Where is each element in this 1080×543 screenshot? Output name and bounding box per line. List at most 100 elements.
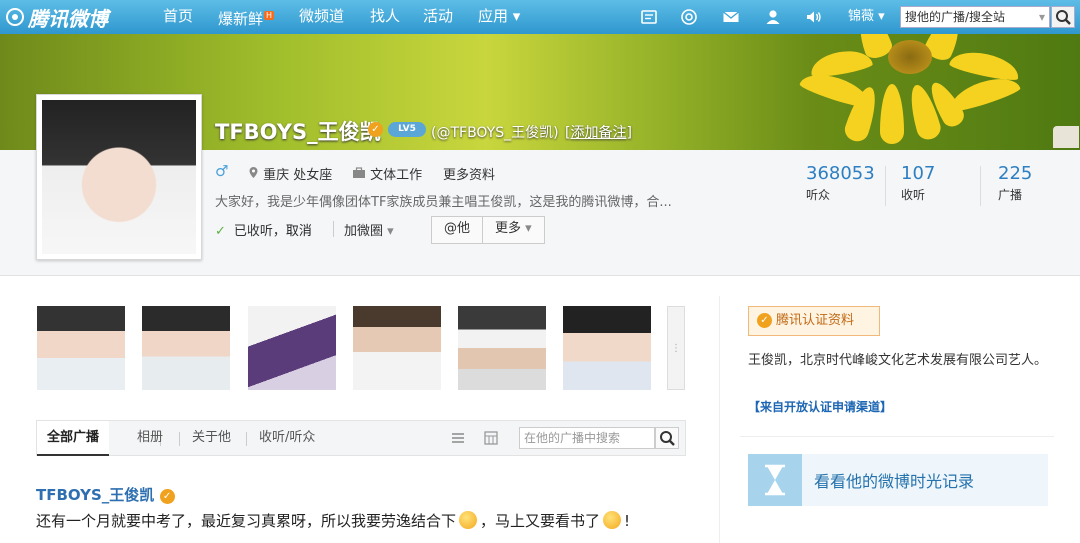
new-badge: H bbox=[264, 11, 275, 20]
logo-text: 腾讯微博 bbox=[28, 6, 108, 31]
avatar-image bbox=[42, 100, 196, 254]
mail-icon[interactable] bbox=[722, 8, 740, 26]
verification-source-link[interactable]: 【来自开放认证申请渠道】 bbox=[748, 398, 892, 415]
album-photo[interactable] bbox=[37, 306, 125, 390]
search-button[interactable] bbox=[1051, 6, 1075, 28]
tab-listeners[interactable]: 收听/听众 bbox=[259, 421, 315, 455]
skin-icon[interactable] bbox=[1053, 126, 1079, 148]
chevron-down-icon: ▾ bbox=[387, 224, 394, 239]
nav-new-label: 爆新鲜 bbox=[218, 10, 264, 28]
at-icon[interactable] bbox=[680, 8, 698, 26]
verified-icon: ✓ bbox=[757, 313, 772, 328]
action-button-group: @他 更多 ▾ bbox=[431, 216, 545, 244]
stat-following[interactable]: 107 收听 bbox=[901, 164, 935, 203]
divider bbox=[246, 432, 247, 446]
divider bbox=[719, 296, 720, 543]
top-nav-bar: 腾讯微博 首页 爆新鲜 H 微频道 找人 活动 应用 ▾ 锦薇 ▾ 搜他的广播/搜… bbox=[0, 0, 1080, 34]
chevron-down-icon: ▾ bbox=[512, 7, 521, 25]
verification-tag[interactable]: ✓ 腾讯认证资料 bbox=[748, 306, 880, 336]
divider bbox=[885, 166, 886, 206]
more-button[interactable]: 更多 ▾ bbox=[482, 217, 544, 243]
level-badge[interactable]: LV5 bbox=[388, 122, 426, 137]
tab-all-posts[interactable]: 全部广播 bbox=[37, 421, 110, 456]
stat-label: 收听 bbox=[901, 188, 926, 202]
album-photo[interactable] bbox=[563, 306, 651, 390]
message-icon[interactable] bbox=[640, 8, 658, 26]
timeline-card[interactable]: 看看他的微博时光记录 bbox=[748, 454, 1048, 506]
album-photo[interactable] bbox=[142, 306, 230, 390]
verification-label: 腾讯认证资料 bbox=[776, 313, 855, 328]
logo[interactable]: 腾讯微博 bbox=[6, 4, 108, 31]
work-info: 文体工作 bbox=[352, 164, 422, 183]
frustrated-emoji-icon bbox=[603, 511, 622, 529]
chevron-down-icon: ▾ bbox=[525, 221, 532, 236]
divider bbox=[333, 221, 334, 237]
avatar[interactable] bbox=[36, 94, 202, 260]
location-icon bbox=[249, 167, 258, 178]
more-button-label: 更多 bbox=[495, 221, 522, 236]
add-remark-link[interactable]: [添加备注] bbox=[565, 122, 632, 142]
location-info: 重庆 处女座 bbox=[248, 164, 332, 183]
search-icon bbox=[1056, 10, 1071, 25]
timeline-label: 看看他的微博时光记录 bbox=[814, 472, 975, 491]
post-text: 还有一个月就要中考了，最近复习真累呀，所以我要劳逸结合下 bbox=[36, 512, 457, 530]
divider bbox=[179, 432, 180, 446]
scroll-right-button[interactable]: ⋮ bbox=[667, 306, 685, 390]
flower-petal bbox=[948, 46, 1022, 84]
divider bbox=[740, 436, 1054, 437]
unfollow-button[interactable]: 取消 bbox=[286, 224, 312, 239]
verified-icon: ✓ bbox=[368, 122, 383, 137]
nav-channel[interactable]: 微频道 bbox=[299, 0, 344, 34]
album-photo[interactable] bbox=[458, 306, 546, 390]
add-circle-label: 加微圈 bbox=[344, 224, 384, 239]
check-icon: ✓ bbox=[215, 224, 226, 239]
more-info-link[interactable]: 更多资料 bbox=[443, 164, 495, 183]
male-icon: ♂ bbox=[215, 162, 229, 180]
work-text: 文体工作 bbox=[370, 168, 423, 183]
nav-home[interactable]: 首页 bbox=[163, 0, 193, 34]
stat-value: 107 bbox=[901, 163, 936, 184]
stat-label: 广播 bbox=[998, 188, 1023, 202]
profile-bio: 大家好，我是少年偶像团体TF家族成员兼主唱王俊凯，这是我的腾讯微博，合... bbox=[215, 195, 672, 210]
feed-search-input[interactable]: 在他的广播中搜索 bbox=[519, 427, 655, 449]
feed-search-button[interactable] bbox=[655, 427, 679, 449]
user-menu-label: 锦薇 bbox=[848, 9, 875, 24]
profile-name: TFBOYS_王俊凯 bbox=[215, 120, 381, 144]
post-text: ! bbox=[624, 512, 631, 530]
work-icon bbox=[353, 167, 365, 178]
nav-new[interactable]: 爆新鲜 H bbox=[218, 0, 275, 34]
user-menu[interactable]: 锦薇 ▾ bbox=[848, 0, 885, 34]
nav-find-people[interactable]: 找人 bbox=[370, 0, 400, 34]
tab-album[interactable]: 相册 bbox=[137, 421, 163, 455]
divider bbox=[980, 166, 981, 206]
sound-icon[interactable] bbox=[805, 8, 823, 26]
grid-view-icon[interactable] bbox=[484, 431, 498, 445]
follow-status-label: 已收听， bbox=[233, 224, 286, 239]
album-photo[interactable] bbox=[353, 306, 441, 390]
follow-status: ✓ 已收听，取消 bbox=[215, 220, 312, 239]
post-author[interactable]: TFBOYS_王俊凯 ✓ bbox=[36, 484, 175, 505]
dropdown-icon[interactable]: ▾ bbox=[1039, 7, 1045, 27]
search-placeholder: 搜他的广播/搜全站 bbox=[905, 10, 1006, 24]
search-input[interactable]: 搜他的广播/搜全站 ▾ bbox=[900, 6, 1050, 28]
profile-handle: (@TFBOYS_王俊凯) bbox=[431, 125, 559, 141]
search-icon bbox=[660, 431, 675, 446]
nav-apps[interactable]: 应用 ▾ bbox=[478, 0, 520, 34]
post-content: 还有一个月就要中考了，最近复习真累呀，所以我要劳逸结合下 ，马上又要看书了! bbox=[36, 510, 630, 531]
nav-apps-label: 应用 bbox=[478, 7, 509, 25]
chevron-down-icon: ▾ bbox=[878, 9, 885, 24]
add-circle-button[interactable]: 加微圈 ▾ bbox=[344, 220, 394, 239]
feed-tabs: 全部广播 相册 关于他 收听/听众 在他的广播中搜索 bbox=[36, 420, 686, 456]
album-photo[interactable] bbox=[248, 306, 336, 390]
stat-posts[interactable]: 225 广播 bbox=[998, 164, 1032, 203]
mention-button[interactable]: @他 bbox=[432, 217, 482, 243]
user-icon[interactable] bbox=[764, 8, 782, 26]
tab-about[interactable]: 关于他 bbox=[192, 421, 231, 455]
nav-events[interactable]: 活动 bbox=[423, 0, 453, 34]
flower-center bbox=[888, 40, 932, 74]
list-view-icon[interactable] bbox=[451, 431, 465, 445]
stat-listeners[interactable]: 368053 听众 bbox=[806, 164, 875, 203]
stat-value: 368053 bbox=[806, 163, 875, 184]
stat-value: 225 bbox=[998, 163, 1033, 184]
verification-description: 王俊凯，北京时代峰峻文化艺术发展有限公司艺人。 bbox=[748, 353, 1048, 368]
